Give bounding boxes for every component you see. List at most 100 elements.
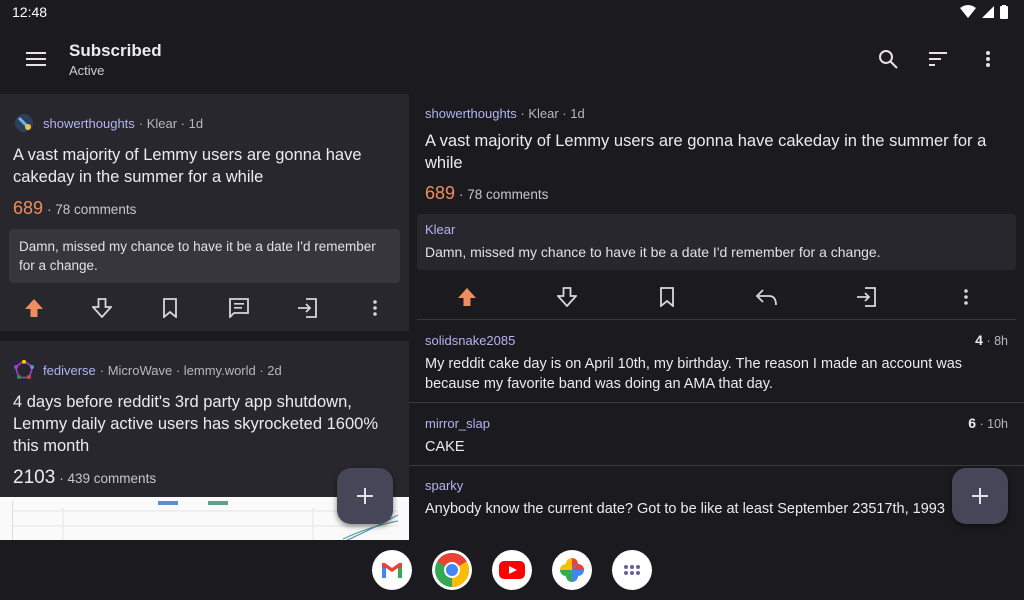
plus-icon <box>972 488 988 504</box>
comment-score-age: 6 · 10h <box>968 415 1008 431</box>
cell-signal-icon <box>982 6 994 18</box>
chrome-app[interactable] <box>432 550 472 590</box>
post-actions <box>0 285 409 331</box>
page-subtitle: Active <box>69 62 105 78</box>
comment-header: sparky <box>425 478 1008 493</box>
battery-icon <box>1000 5 1008 19</box>
detail-post: showerthoughts · Klear · 1d A vast major… <box>409 94 1024 320</box>
comment-body: My reddit cake day is on April 10th, my … <box>425 356 963 392</box>
photos-app[interactable] <box>552 550 592 590</box>
overflow-menu-button[interactable] <box>968 39 1008 79</box>
youtube-icon <box>499 561 525 579</box>
new-comment-fab[interactable] <box>952 468 1008 524</box>
detail-body: Klear Damn, missed my chance to have it … <box>417 214 1016 270</box>
fediverse-logo-icon <box>14 360 34 379</box>
youtube-app[interactable] <box>492 550 532 590</box>
open-post-button[interactable] <box>287 288 327 328</box>
post-score: 2103 <box>13 467 56 488</box>
open-post-button[interactable] <box>846 277 886 317</box>
status-bar: 12:48 <box>0 0 1024 24</box>
upvote-button[interactable] <box>14 288 54 328</box>
community-link[interactable]: fediverse <box>43 363 96 378</box>
detail-actions <box>417 274 1016 320</box>
search-icon <box>879 50 898 69</box>
post-meta: showerthoughts · Klear · 1d <box>13 112 396 134</box>
comment-header: mirror_slap 6 · 10h <box>425 415 1008 431</box>
comment-age: · 10h <box>979 417 1009 431</box>
more-vert-icon <box>964 288 968 305</box>
detail-meta-text: · Klear · 1d <box>520 106 585 121</box>
score-row: 689 · 78 comments <box>13 198 396 219</box>
post-card[interactable]: showerthoughts · Klear · 1d A vast major… <box>0 94 409 331</box>
comment-author[interactable]: solidsnake2085 <box>425 333 515 348</box>
app-drawer[interactable] <box>612 550 652 590</box>
hamburger-menu-icon <box>26 52 46 66</box>
wifi-icon <box>960 5 976 18</box>
app-bar-actions <box>868 39 1008 79</box>
gmail-app[interactable] <box>372 550 412 590</box>
shower-icon <box>15 114 33 132</box>
comment-author[interactable]: sparky <box>425 478 463 493</box>
comment-score: 4 <box>975 332 983 348</box>
apps-grid-icon <box>624 565 640 575</box>
taskbar-dock <box>0 540 1024 600</box>
new-post-fab[interactable] <box>337 468 393 524</box>
save-button[interactable] <box>150 288 190 328</box>
comment-item[interactable]: solidsnake2085 4 · 8h My reddit cake day… <box>409 320 1024 403</box>
comment-body: CAKE <box>425 439 465 455</box>
comment-button[interactable] <box>219 288 259 328</box>
comment-item[interactable]: sparky Anybody know the current date? Go… <box>409 466 1024 527</box>
post-meta-text: · Klear · 1d <box>138 115 204 131</box>
community-link[interactable]: showerthoughts <box>425 106 517 121</box>
more-vert-icon <box>986 51 990 67</box>
post-title[interactable]: A vast majority of Lemmy users are gonna… <box>13 144 396 188</box>
gmail-icon <box>382 563 402 578</box>
comment-item[interactable]: mirror_slap 6 · 10h CAKE <box>409 403 1024 466</box>
page-title: Subscribed <box>69 40 162 60</box>
comment-score: 6 <box>968 415 977 431</box>
detail-comment-count: · 78 comments <box>459 187 549 202</box>
post-score: 689 <box>13 198 44 218</box>
detail-meta: showerthoughts · Klear · 1d <box>425 106 1008 121</box>
upvote-button[interactable] <box>447 277 487 317</box>
menu-button[interactable] <box>16 39 56 79</box>
body-author[interactable]: Klear <box>425 222 1008 237</box>
upvote-icon <box>457 287 476 306</box>
post-title[interactable]: 4 days before reddit's 3rd party app shu… <box>13 391 396 457</box>
comment-count[interactable]: · 78 comments <box>47 202 136 217</box>
status-time: 12:48 <box>12 4 48 20</box>
app-bar-titles: Subscribed Active <box>69 41 162 78</box>
post-more-button[interactable] <box>355 288 395 328</box>
community-link[interactable]: showerthoughts <box>43 116 135 131</box>
app-bar: Subscribed Active <box>0 24 1024 94</box>
reply-button[interactable] <box>746 277 786 317</box>
comment-icon <box>228 298 249 318</box>
downvote-button[interactable] <box>82 288 122 328</box>
status-icons <box>960 5 1008 19</box>
post-detail: showerthoughts · Klear · 1d A vast major… <box>409 94 1024 540</box>
downvote-button[interactable] <box>547 277 587 317</box>
body-text: Damn, missed my chance to have it be a d… <box>425 244 881 260</box>
reply-icon <box>756 288 778 305</box>
post-meta: fediverse · MicroWave · lemmy.world · 2d <box>13 359 396 381</box>
community-icon <box>13 359 35 381</box>
sort-button[interactable] <box>918 39 958 79</box>
downvote-icon <box>556 286 577 307</box>
bookmark-icon <box>163 298 178 318</box>
save-button[interactable] <box>647 277 687 317</box>
comment-age: · 8h <box>986 334 1008 348</box>
detail-score: 689 <box>425 183 456 203</box>
detail-more-button[interactable] <box>946 277 986 317</box>
post-preview: Damn, missed my chance to have it be a d… <box>9 229 400 283</box>
chrome-icon <box>435 553 469 587</box>
comment-score-age: 4 · 8h <box>975 332 1008 348</box>
comment-body: Anybody know the current date? Got to be… <box>425 501 945 517</box>
plus-icon <box>357 488 373 504</box>
comment-header: solidsnake2085 4 · 8h <box>425 332 1008 348</box>
comment-author[interactable]: mirror_slap <box>425 416 490 431</box>
login-arrow-icon <box>857 286 877 307</box>
search-button[interactable] <box>868 39 908 79</box>
comment-count[interactable]: · 439 comments <box>59 471 156 486</box>
post-meta-text: · MicroWave · lemmy.world · 2d <box>99 362 282 378</box>
sort-icon <box>929 52 947 66</box>
